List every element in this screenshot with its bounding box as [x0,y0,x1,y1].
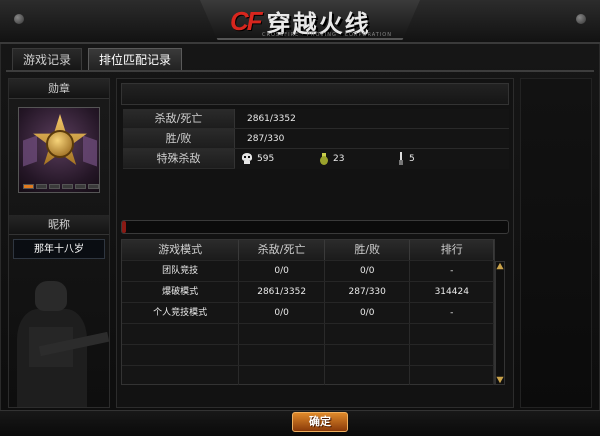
knife-icon [397,152,405,166]
badge-pip [75,184,86,189]
win-loss-value: 287/330 [235,129,509,148]
special-kills-label: 特殊杀敌 [123,149,235,168]
col-header-wl: 胜/败 [324,240,411,260]
badge-pip [49,184,60,189]
table-row[interactable]: 爆破模式 2861/3352 287/330 314424 [122,281,495,302]
rank-badge [18,107,100,193]
badge-pip [62,184,73,189]
table-row-empty [122,344,495,365]
stat-row-kd: 杀敌/死亡 2861/3352 [123,109,509,129]
grenade-kills: 23 [319,149,397,169]
col-header-rank: 排行 [410,240,495,260]
summary-stats: 杀敌/死亡 2861/3352 胜/败 287/330 特殊杀敌 595 23 … [123,109,509,169]
right-decor-panel [520,78,592,408]
profile-panel: 勋章 昵称 那年十八岁 [8,78,110,408]
kd-cell: 0/0 [239,261,325,281]
player-nickname: 那年十八岁 [13,239,105,259]
knife-kills: 5 [397,149,475,169]
stats-header-strip [121,83,509,105]
rank-progress-fill [122,221,126,233]
badge-pip [23,184,34,189]
badge-pip [36,184,47,189]
mode-cell: 爆破模式 [122,282,240,302]
table-row-empty [122,365,495,385]
col-header-mode: 游戏模式 [122,240,240,260]
tab-game-records[interactable]: 游戏记录 [12,48,83,70]
rivet-icon [576,14,586,24]
knife-count: 5 [409,154,415,164]
rank-emblem-icon [46,130,74,158]
cf-logo-mark: CF [230,5,263,36]
table-row-empty [122,323,495,344]
stat-row-wl: 胜/败 287/330 [123,129,509,149]
confirm-button[interactable]: 确定 [292,412,348,432]
rank-progress-bar [121,220,509,234]
kd-cell: 0/0 [239,303,325,323]
tab-divider [6,70,594,72]
table-row[interactable]: 团队竞技 0/0 0/0 - [122,260,495,281]
grenade-count: 23 [333,154,345,164]
mode-stats-table: 游戏模式 杀敌/死亡 胜/败 排行 团队竞技 0/0 0/0 - 爆破模式 28… [121,239,495,385]
win-loss-label: 胜/败 [123,129,235,148]
scroll-down-arrow-icon[interactable] [496,376,504,384]
col-header-kd: 杀敌/死亡 [239,240,325,260]
headshot-kills: 595 [241,149,319,169]
badge-progress-pips [23,184,99,189]
badge-pip [88,184,99,189]
rank-cell: - [410,261,495,281]
badge-wing-right [83,135,97,167]
scroll-up-arrow-icon[interactable] [496,262,504,270]
table-scrollbar[interactable] [495,261,505,385]
mode-cell: 个人竞技模式 [122,303,240,323]
mode-table-header: 游戏模式 杀敌/死亡 胜/败 排行 [122,240,495,260]
rank-cell: 314424 [410,282,495,302]
soldier-head [35,281,67,311]
stat-row-special: 特殊杀敌 595 23 5 [123,149,509,169]
tab-bar: 游戏记录 排位匹配记录 [12,48,183,70]
logo-subtitle: CROSSFIRE · PROVING · CORPORATION [262,32,392,38]
wl-cell: 0/0 [325,261,411,281]
skull-icon [241,153,253,165]
rivet-icon [14,14,24,24]
rank-cell: - [410,303,495,323]
tab-ranked-records[interactable]: 排位匹配记录 [88,48,183,70]
kd-cell: 2861/3352 [239,282,325,302]
table-row[interactable]: 个人竞技模式 0/0 0/0 - [122,302,495,323]
badge-wing-left [23,135,37,167]
stats-panel: 杀敌/死亡 2861/3352 胜/败 287/330 特殊杀敌 595 23 … [116,78,514,408]
grenade-icon [319,153,329,165]
wl-cell: 287/330 [325,282,411,302]
kills-deaths-label: 杀敌/死亡 [123,109,235,128]
nickname-section-title: 昵称 [9,215,109,235]
wl-cell: 0/0 [325,303,411,323]
mode-cell: 团队竞技 [122,261,240,281]
special-kills-values: 595 23 5 [235,149,509,169]
headshot-count: 595 [257,154,275,164]
kills-deaths-value: 2861/3352 [235,109,509,128]
soldier-portrait [9,269,109,407]
badge-section-title: 勋章 [9,79,109,99]
